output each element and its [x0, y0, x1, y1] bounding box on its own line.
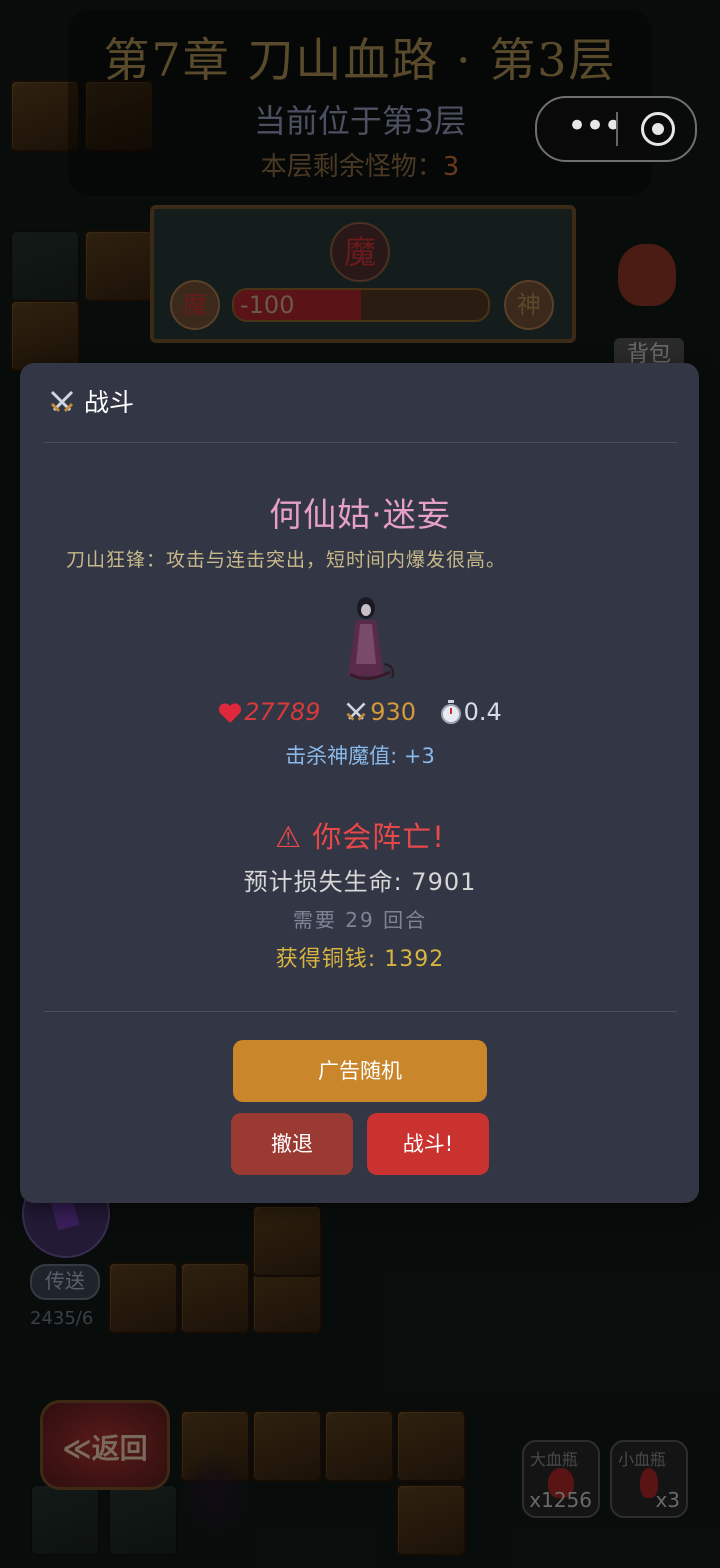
small-potion-name: 小血瓶	[618, 1450, 667, 1469]
stopwatch-icon	[440, 700, 461, 724]
death-warning: ⚠ 你会阵亡!	[275, 820, 445, 854]
demon-seal: 魔	[330, 222, 390, 282]
monsters-remaining-count: 3	[442, 152, 460, 182]
close-miniprogram-icon[interactable]	[641, 112, 675, 146]
back-button-label: ≪返回	[62, 1432, 148, 1465]
monster-name: 何仙姑·迷妄	[269, 495, 451, 534]
monster-hp: 27789	[218, 698, 321, 726]
monster-stats: 27789 930 0.4	[0, 698, 720, 726]
small-potion-count: x3	[655, 1488, 680, 1512]
fight-button[interactable]: 战斗!	[367, 1113, 489, 1175]
bag-icon[interactable]	[614, 232, 680, 312]
header-divider	[44, 442, 677, 443]
crossed-swords-icon	[50, 390, 74, 413]
teleport-count: 2435/6	[30, 1308, 94, 1329]
estimated-hp-loss: 预计损失生命: 7901	[243, 868, 477, 896]
ad-random-button[interactable]: 广告随机	[233, 1040, 487, 1102]
monster-speed: 0.4	[440, 698, 502, 726]
monster-attack: 930	[344, 698, 416, 726]
monsters-remaining-label: 本层剩余怪物：	[260, 152, 443, 182]
heart-icon	[219, 703, 242, 723]
miniprogram-capsule: •••	[535, 96, 697, 162]
capsule-divider	[616, 112, 618, 146]
copper-coins-reward: 获得铜钱: 1392	[275, 947, 445, 972]
monster-description: 刀山狂锋：攻击与连击突出，短时间内爆发很高。	[66, 549, 507, 571]
small-potion-slot[interactable]: 小血瓶 x3	[610, 1440, 688, 1518]
monster-hp-value: 27789	[244, 698, 321, 726]
god-demon-value: -100	[240, 291, 295, 319]
big-potion-slot[interactable]: 大血瓶 x1256	[522, 1440, 600, 1518]
dialog-title: 战斗	[84, 388, 135, 417]
big-potion-name: 大血瓶	[530, 1450, 579, 1469]
dialog-header: 战斗	[48, 386, 134, 420]
retreat-button[interactable]: 撤退	[231, 1113, 353, 1175]
rounds-needed: 需要 29 回合	[292, 908, 428, 932]
demon-end-icon: 魔	[170, 280, 220, 330]
teleport-button[interactable]: 传送	[30, 1264, 100, 1300]
monster-portrait	[348, 597, 394, 680]
monster-speed-value: 0.4	[463, 698, 502, 726]
back-button[interactable]: ≪返回	[40, 1400, 170, 1490]
god-demon-meter: -100	[232, 288, 490, 322]
more-options-icon[interactable]: •••	[567, 106, 623, 146]
kill-god-demon-value: 击杀神魔值: +3	[285, 744, 435, 768]
bag-sack-icon	[618, 244, 676, 306]
footer-divider	[44, 1011, 677, 1012]
sword-icon	[346, 702, 366, 721]
monster-attack-value: 930	[370, 698, 416, 726]
big-potion-count: x1256	[529, 1488, 592, 1512]
god-end-icon: 神	[504, 280, 554, 330]
chapter-title: 第7章 刀山血路 · 第3层	[103, 33, 617, 87]
